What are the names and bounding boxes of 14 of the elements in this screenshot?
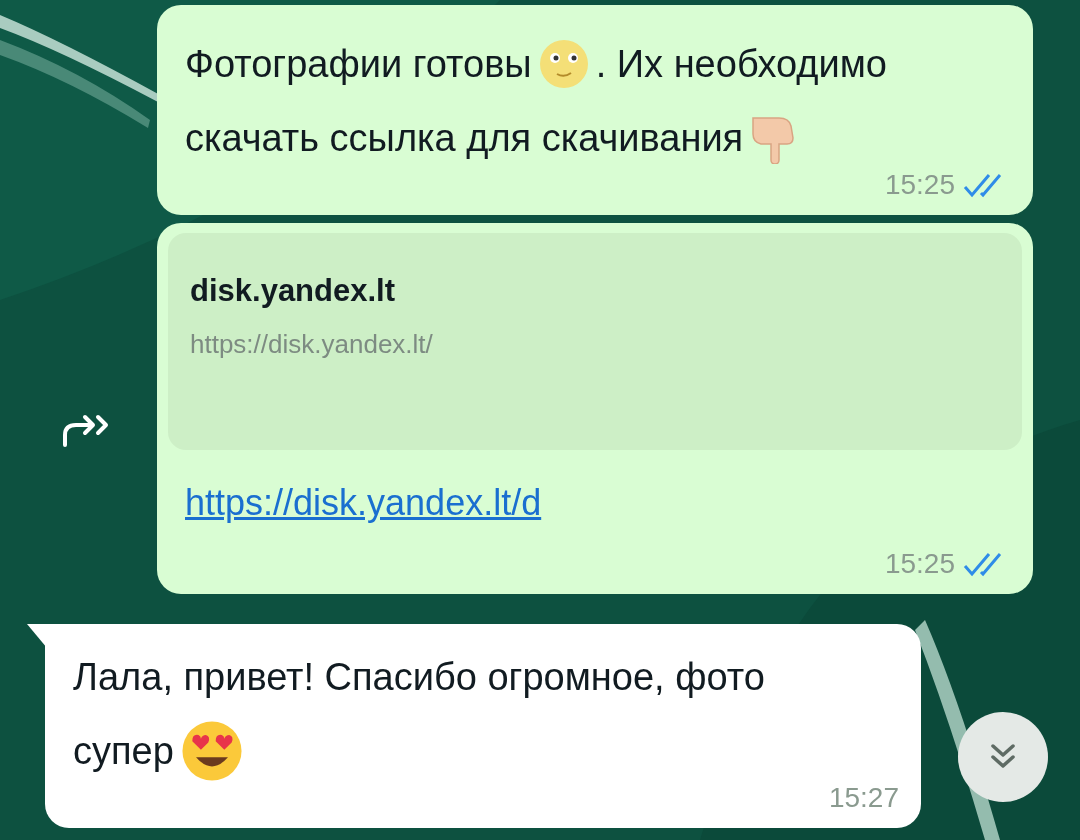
link-preview-url: https://disk.yandex.lt/ bbox=[190, 329, 434, 360]
link-preview-title: disk.yandex.lt bbox=[190, 273, 397, 309]
message-text: супер bbox=[73, 729, 174, 774]
message-time: 15:27 bbox=[828, 782, 899, 814]
message-text: Лала, привет! Спасибо огромное, фото bbox=[73, 655, 765, 700]
message-time: 15:25 bbox=[884, 548, 955, 580]
message-time: 15:25 bbox=[884, 169, 955, 201]
message-text: . Их необходимо bbox=[595, 42, 887, 87]
heart-eyes-icon bbox=[179, 719, 244, 783]
message-text: Фотографии готовы bbox=[185, 42, 532, 87]
message-text: скачать ссылка для скачивания bbox=[185, 116, 744, 161]
moon-face-icon bbox=[537, 38, 590, 90]
message-link[interactable]: https://disk.yandex.lt/d bbox=[185, 482, 542, 524]
link-preview-card[interactable]: disk.yandex.lt https://disk.yandex.lt/ bbox=[168, 233, 1022, 450]
